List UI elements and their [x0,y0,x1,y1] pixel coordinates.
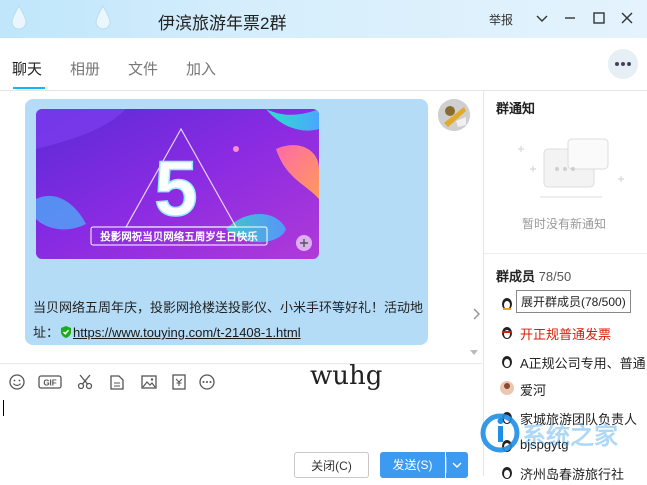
member-item[interactable]: 济州岛春游旅行社 [496,461,647,485]
promo-banner-image[interactable]: 5 投影网祝当贝网络五周岁生日快乐 [36,109,319,259]
tab-album[interactable]: 相册 [70,58,100,79]
panel-divider [484,253,647,254]
member-name: 济州岛春游旅行社 [520,467,625,482]
empty-notice-illustration [518,138,624,198]
tab-bar: 聊天 相册 文件 加入 [0,38,647,91]
qq-penguin-icon [502,298,512,310]
member-item[interactable]: 爱河 [496,377,647,401]
close-icon[interactable] [617,8,637,28]
ellipsis-icon [615,62,631,66]
banner-caption: 投影网祝当贝网络五周岁生日快乐 [100,230,258,243]
dropdown-arrow-icon[interactable] [532,8,552,28]
more-icon[interactable] [198,373,216,391]
more-options-button[interactable] [608,49,638,79]
member-item[interactable]: A正规公司专用、普通 [496,350,647,374]
active-tab-indicator [13,87,45,89]
gif-icon[interactable]: GIF [38,373,62,391]
watermark-text: 系统之家 [522,422,618,450]
qq-penguin-icon [502,467,512,479]
window-title: 伊滨旅游年票2群 [158,14,287,33]
minimize-icon[interactable] [560,8,580,28]
activity-link[interactable]: https://www.touying.com/t-21408-1.html [73,325,301,340]
sender-avatar[interactable] [438,99,470,131]
editor-toolbar: GIF [0,363,482,400]
chat-messages-area[interactable]: 5 投影网祝当贝网络五周岁生日快乐 当贝网络五周年庆，投影网抢楼送投影仪、小米手… [0,91,482,363]
banner-graphic: 5 投影网祝当贝网络五周岁生日快乐 [36,109,319,259]
notice-title: 群通知 [496,101,536,116]
tab-files[interactable]: 文件 [128,58,158,79]
qq-penguin-icon [502,356,512,368]
site-watermark-logo: 系统之家 [480,413,618,453]
member-name: 爱河 [520,383,547,398]
members-label: 群成员 [496,269,536,284]
chevron-down-icon [446,457,462,473]
members-count: 78/50 [538,269,572,284]
member-name: A正规公司专用、普通 [520,356,646,371]
image-icon[interactable] [140,373,158,391]
receipt-icon[interactable] [170,373,188,391]
title-bar: 伊滨旅游年票2群 举报 [0,0,647,38]
close-button[interactable]: 关闭(C) [294,452,369,478]
member-avatar-icon [500,381,514,395]
send-button[interactable]: 发送(S) [380,452,445,478]
scissors-icon[interactable] [76,373,94,391]
member-item[interactable]: 开正规普通发票 [496,321,647,345]
notice-empty-text: 暂时没有新通知 [522,217,607,231]
banner-number: 5 [154,144,197,232]
text-caret [3,400,4,416]
water-drop-decoration [11,5,27,30]
message-body: 当贝网络五周年庆，投影网抢楼送投影仪、小米手环等好礼！活动地 [33,300,424,315]
link-prefix: 址： [33,325,60,340]
report-button[interactable]: 举报 [489,11,513,28]
scroll-down-icon[interactable] [469,349,479,357]
message-bubble[interactable]: 5 投影网祝当贝网络五周岁生日快乐 当贝网络五周年庆，投影网抢楼送投影仪、小米手… [25,99,428,345]
expand-members-tooltip: 展开群成员(78/500) [516,290,631,313]
members-title[interactable]: 群成员 78/50 [496,266,571,285]
send-options-button[interactable] [446,452,468,478]
maximize-icon[interactable] [589,8,609,28]
message-text: 当贝网络五周年庆，投影网抢楼送投影仪、小米手环等好礼！活动地 址： https:/… [33,295,428,345]
typed-text: wuhg [310,361,383,391]
verified-shield-icon [61,326,72,338]
tab-chat[interactable]: 聊天 [12,58,42,79]
svg-text:GIF: GIF [43,379,56,388]
qq-penguin-icon [502,327,512,339]
water-drop-decoration [95,5,111,30]
tab-join[interactable]: 加入 [186,58,216,79]
member-name: 开正规普通发票 [520,327,612,342]
doc-icon[interactable] [108,373,126,391]
emoji-icon[interactable] [8,373,26,391]
avatar-image [438,99,470,131]
chevron-right-icon[interactable] [471,307,481,321]
